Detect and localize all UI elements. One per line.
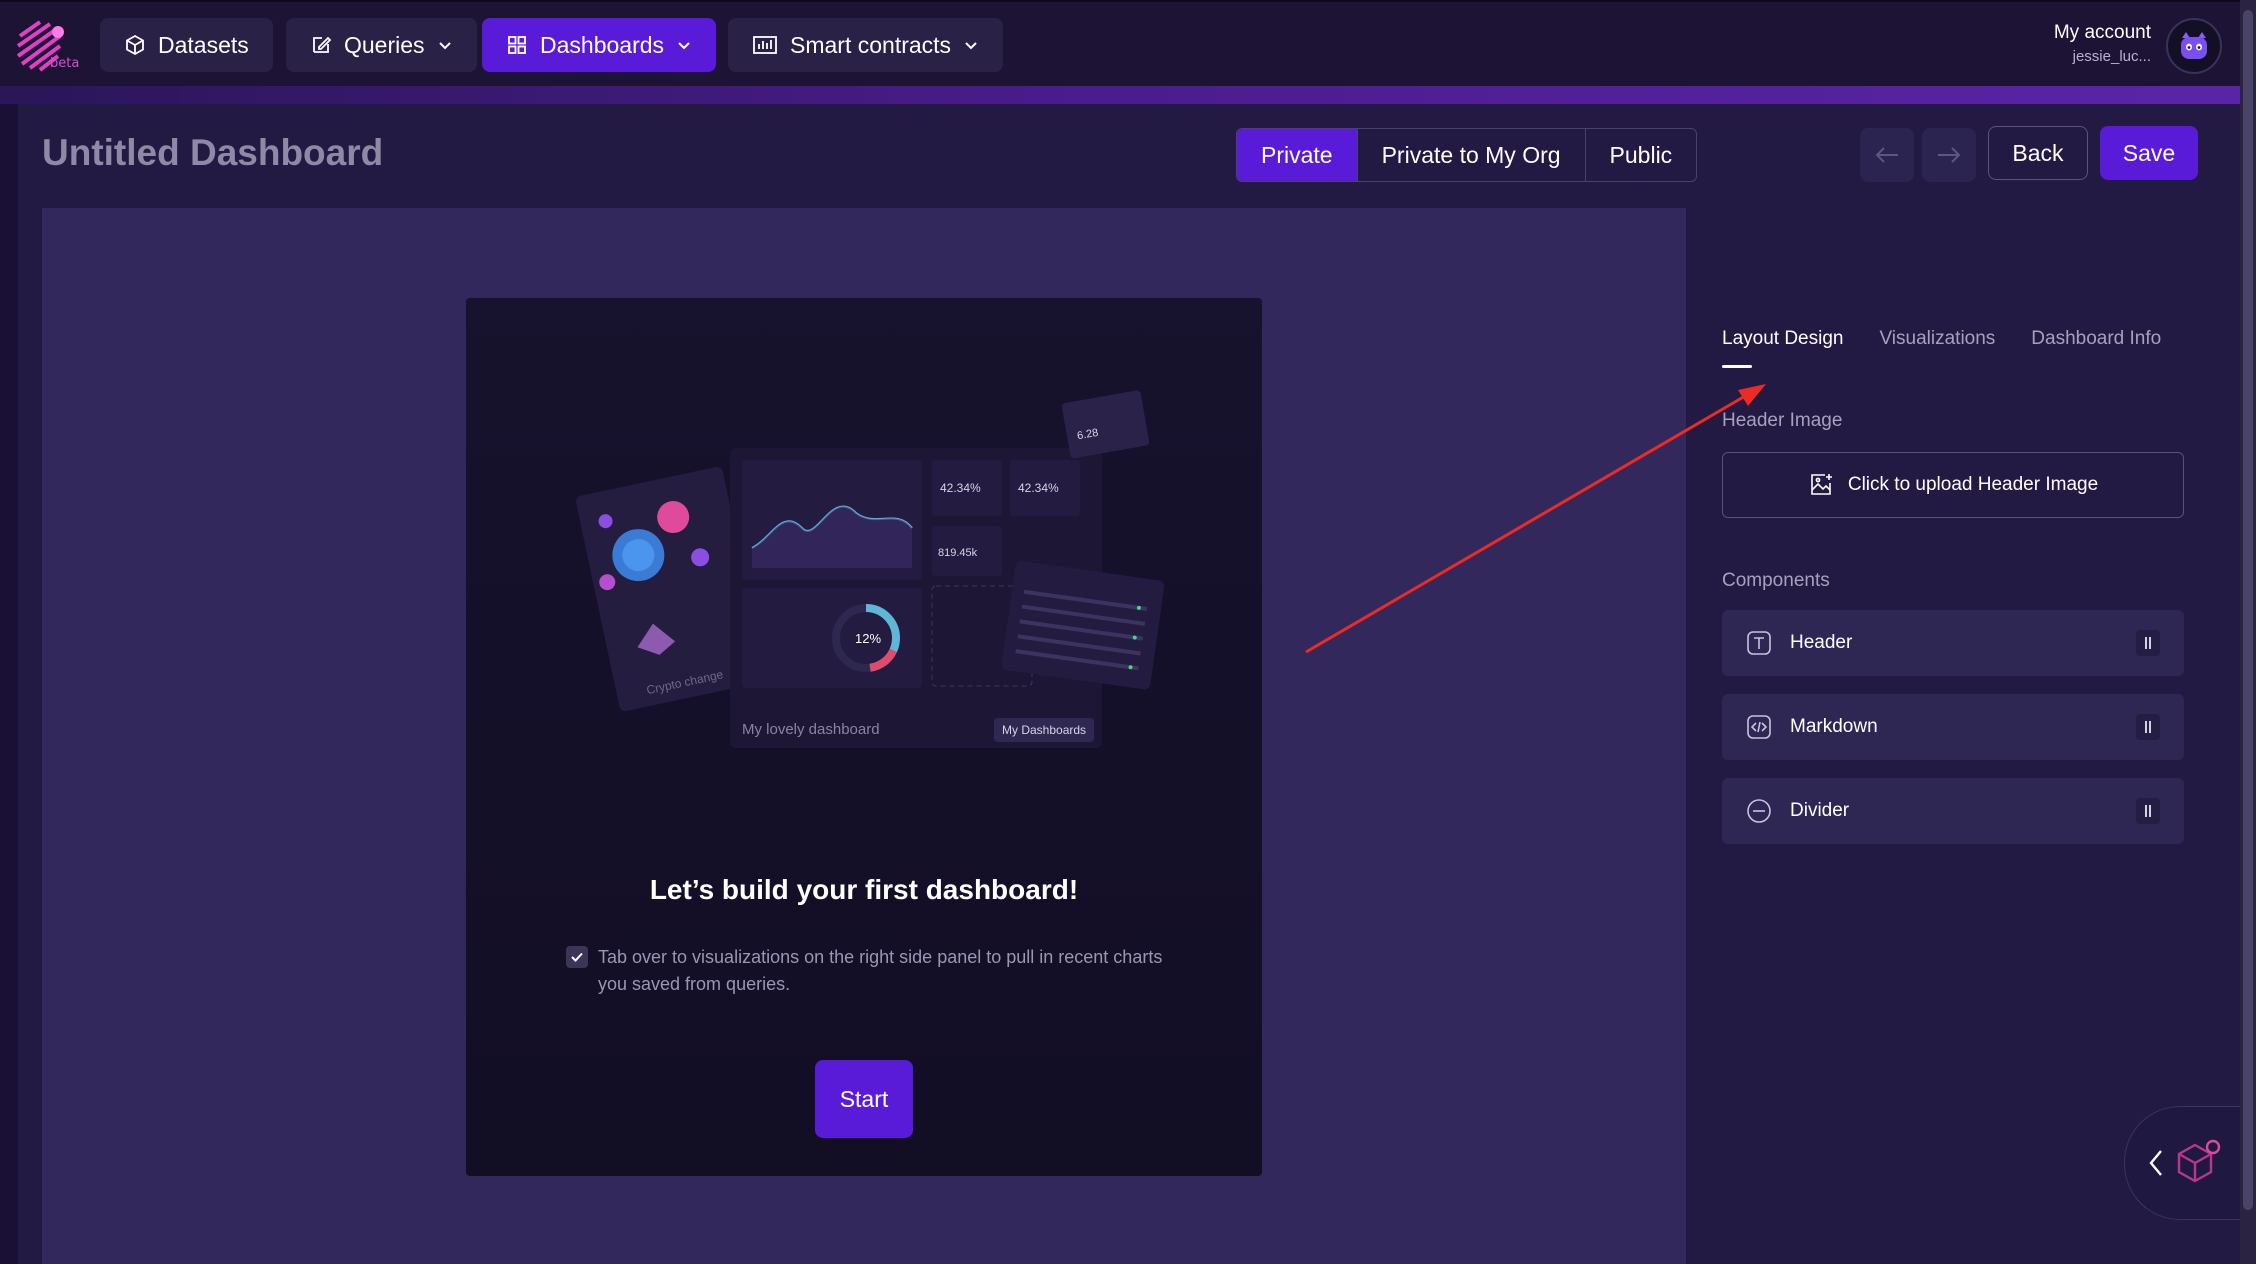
empty-state-description: Tab over to visualizations on the right … xyxy=(598,947,1163,994)
nav-datasets-label: Datasets xyxy=(158,31,249,58)
upload-header-image-button[interactable]: Click to upload Header Image xyxy=(1722,452,2184,518)
logo-badge: beta xyxy=(50,56,80,71)
save-button[interactable]: Save xyxy=(2100,126,2198,180)
text-icon xyxy=(1747,631,1771,655)
visibility-public-button[interactable]: Public xyxy=(1586,129,1697,181)
cube-icon xyxy=(126,34,144,56)
chevron-left-icon xyxy=(2149,1150,2162,1176)
edit-icon xyxy=(313,36,332,53)
robot-avatar-icon xyxy=(2181,32,2207,59)
start-button[interactable]: Start xyxy=(815,1060,913,1138)
illustration-button: My Dashboards xyxy=(1002,723,1086,737)
arrow-left-icon xyxy=(1875,147,1898,163)
tip-checkbox[interactable] xyxy=(566,946,588,968)
empty-state-title: Let’s build your first dashboard! xyxy=(649,874,1079,905)
nav-queries-button[interactable]: Queries xyxy=(286,18,477,72)
component-markdown-label: Markdown xyxy=(1790,716,1878,737)
component-header-label: Header xyxy=(1790,632,1853,653)
top-navigation: beta Datasets Queries Dashboards Smart c… xyxy=(0,0,2256,86)
panel-tabs: Layout Design Visualizations Dashboard I… xyxy=(1722,328,2161,368)
undo-button[interactable] xyxy=(1860,128,1914,182)
nav-queries-label: Queries xyxy=(344,31,425,58)
header-gradient-band xyxy=(0,86,2240,104)
component-divider[interactable]: Divider xyxy=(1722,778,2184,844)
empty-state-card: Crypto change 42.34% 42.34% 819.45k 12% xyxy=(466,298,1262,1176)
visibility-private-button[interactable]: Private xyxy=(1237,129,1358,181)
redo-button[interactable] xyxy=(1922,128,1976,182)
tab-visualizations[interactable]: Visualizations xyxy=(1879,328,1995,368)
account-label: My account xyxy=(2053,22,2151,43)
components-label: Components xyxy=(1722,570,1830,591)
back-button[interactable]: Back xyxy=(1988,126,2088,180)
grid-icon xyxy=(508,36,526,54)
nav-smart-contracts-label: Smart contracts xyxy=(790,31,952,58)
upload-label: Click to upload Header Image xyxy=(1847,474,2099,495)
component-markdown[interactable]: Markdown xyxy=(1722,694,2184,760)
drag-handle-icon[interactable] xyxy=(2136,630,2160,656)
nav-dashboards-button[interactable]: Dashboards xyxy=(482,18,717,72)
account-username: jessie_luc... xyxy=(2072,48,2151,65)
minus-icon xyxy=(1747,799,1771,823)
bar-chart-icon xyxy=(753,36,777,54)
component-divider-label: Divider xyxy=(1790,800,1850,821)
dashboard-illustration: Crypto change 42.34% 42.34% 819.45k 12% xyxy=(575,390,1165,748)
code-icon xyxy=(1747,715,1771,739)
tab-dashboard-info[interactable]: Dashboard Info xyxy=(2031,328,2161,368)
image-upload-icon xyxy=(1811,474,1832,495)
chevron-down-icon xyxy=(438,42,451,50)
illustration-caption: My lovely dashboard xyxy=(742,721,880,738)
page-scrollbar[interactable] xyxy=(2240,0,2256,1264)
svg-text:42.34%: 42.34% xyxy=(1018,481,1059,495)
page-title[interactable]: Untitled Dashboard xyxy=(42,132,383,174)
visibility-org-button[interactable]: Private to My Org xyxy=(1358,129,1586,181)
dashboard-canvas[interactable]: Crypto change 42.34% 42.34% 819.45k 12% xyxy=(42,208,1686,1264)
nav-dashboards-label: Dashboards xyxy=(540,31,665,58)
account-menu[interactable]: My account jessie_luc... xyxy=(2054,22,2151,65)
nav-smart-contracts-button[interactable]: Smart contracts xyxy=(728,18,1004,72)
avatar[interactable] xyxy=(2166,18,2222,74)
nav-datasets-button[interactable]: Datasets xyxy=(100,18,273,72)
arrow-right-icon xyxy=(1938,147,1961,163)
svg-text:819.45k: 819.45k xyxy=(938,547,978,559)
tab-layout-design[interactable]: Layout Design xyxy=(1722,328,1843,368)
component-header[interactable]: Header xyxy=(1722,610,2184,676)
cube-logo-icon xyxy=(2177,1139,2221,1183)
illustration-percent: 12% xyxy=(855,631,881,646)
chevron-down-icon xyxy=(678,42,690,50)
header-image-label: Header Image xyxy=(1722,410,1843,431)
settings-panel: Layout Design Visualizations Dashboard I… xyxy=(1722,208,2202,1008)
dashboard-editor: Untitled Dashboard Private Private to My… xyxy=(18,104,2240,1264)
scrollbar-thumb[interactable] xyxy=(2243,10,2253,1210)
assistant-launcher[interactable] xyxy=(2124,1106,2244,1220)
drag-handle-icon[interactable] xyxy=(2136,798,2160,824)
drag-handle-icon[interactable] xyxy=(2136,714,2160,740)
chevron-down-icon xyxy=(965,42,977,50)
visibility-selector: Private Private to My Org Public xyxy=(1236,128,1698,182)
svg-text:42.34%: 42.34% xyxy=(940,481,981,495)
check-icon xyxy=(571,952,583,962)
